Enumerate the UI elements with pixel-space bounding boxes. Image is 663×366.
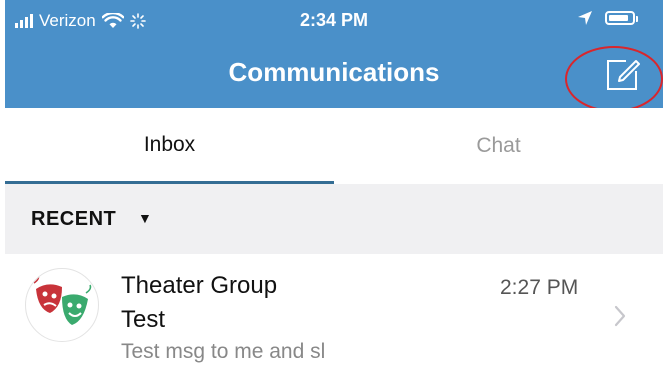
section-label: RECENT <box>31 208 117 230</box>
tab-inbox-label: Inbox <box>143 132 196 156</box>
chevron-right-icon <box>614 305 626 327</box>
recent-section-header[interactable]: RECENT ▼ <box>5 184 663 254</box>
tab-chat-label: Chat <box>476 134 521 157</box>
tab-bar: Inbox Chat <box>5 108 663 184</box>
message-time: 2:27 PM <box>500 276 579 299</box>
message-title: Theater Group <box>121 272 278 299</box>
status-right <box>577 10 638 26</box>
location-arrow-icon <box>578 11 592 25</box>
annotation-circle <box>565 46 663 112</box>
avatar <box>25 268 99 342</box>
caret-down-icon: ▼ <box>138 210 152 226</box>
message-title-line2: Test <box>121 306 166 333</box>
page-title: Communications <box>228 57 440 87</box>
app-header: Verizon 2:34 PM Communications <box>5 0 663 108</box>
status-time: 2:34 PM <box>299 10 369 30</box>
message-preview: Test msg to me and sl <box>121 340 326 363</box>
theater-masks-icon <box>33 274 92 325</box>
status-bar: Verizon 2:34 PM <box>5 0 663 40</box>
tab-inbox[interactable]: Inbox <box>5 108 334 184</box>
tab-chat[interactable]: Chat <box>334 108 663 184</box>
battery-icon <box>605 11 638 25</box>
list-item[interactable]: Theater Group Test 2:27 PM Test msg to m… <box>5 254 663 366</box>
